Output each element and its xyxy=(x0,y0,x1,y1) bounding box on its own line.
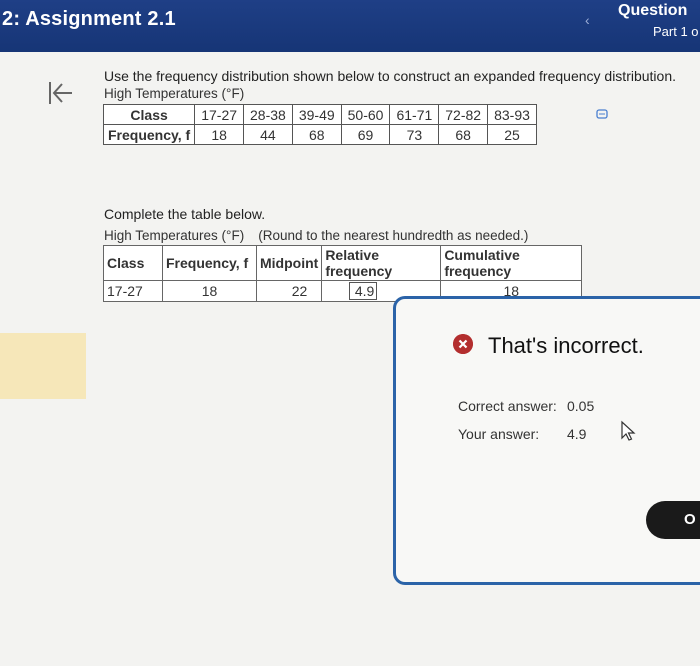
answer-table-caption: High Temperatures (°F) (Round to the near… xyxy=(104,228,528,243)
app-header: 2: Assignment 2.1 ‹ Question Part 1 o xyxy=(0,0,700,52)
class-cell: 17-27 xyxy=(194,104,245,125)
header-midpoint: Midpoint xyxy=(255,245,323,281)
frequency-cell: 68 xyxy=(438,124,489,145)
assignment-title: 2: Assignment 2.1 xyxy=(2,8,176,30)
frequency-cell: 44 xyxy=(243,124,293,145)
relative-frequency-input[interactable]: 4.9 xyxy=(349,282,378,300)
part-label: Part 1 o xyxy=(653,24,699,39)
chevron-left-icon[interactable]: ‹ xyxy=(585,12,590,28)
frequency-row: Frequency, f 18 44 68 69 73 68 25 xyxy=(102,124,537,145)
class-cell: 83-93 xyxy=(487,104,537,125)
mouse-cursor-icon xyxy=(621,420,636,441)
question-label: Question xyxy=(618,2,688,19)
class-cell: 50-60 xyxy=(340,104,391,125)
back-to-start-icon[interactable] xyxy=(46,80,74,106)
class-cell: 61-71 xyxy=(389,104,440,125)
feedback-title: That's incorrect. xyxy=(488,333,644,358)
frequency-distribution-table: Class 17-27 28-38 39-49 50-60 61-71 72-8… xyxy=(102,104,537,145)
frequency-cell: 73 xyxy=(389,124,440,145)
row-class: 17-27 xyxy=(103,280,163,302)
copy-icon[interactable] xyxy=(596,109,608,119)
class-cell: 72-82 xyxy=(438,104,489,125)
answer-table-caption-text: High Temperatures (°F) xyxy=(104,228,245,243)
frequency-cell: 25 xyxy=(487,124,537,145)
complete-prompt: Complete the table below. xyxy=(104,206,266,222)
expanded-frequency-table: Class Frequency, f Midpoint Relative fre… xyxy=(103,245,583,302)
highlight-bar xyxy=(0,333,86,399)
instruction-text: Use the frequency distribution shown bel… xyxy=(104,68,677,84)
row-frequency: 18 xyxy=(162,280,257,302)
header-class: Class xyxy=(103,245,163,281)
class-cell: 28-38 xyxy=(243,104,293,125)
class-row-label: Class xyxy=(102,104,196,125)
frequency-cell: 68 xyxy=(291,124,342,145)
correct-answer-value: 0.05 xyxy=(567,398,595,414)
error-x-icon xyxy=(453,334,473,354)
rounding-note: (Round to the nearest hundredth as neede… xyxy=(258,228,529,243)
correct-answer-label: Correct answer: xyxy=(458,398,557,414)
class-row: Class 17-27 28-38 39-49 50-60 61-71 72-8… xyxy=(102,104,537,125)
your-answer-value: 4.9 xyxy=(567,426,587,442)
header-frequency: Frequency, f xyxy=(162,245,257,281)
given-table-caption: High Temperatures (°F) xyxy=(104,86,245,101)
ok-button-label: O xyxy=(684,511,696,528)
frequency-row-label: Frequency, f xyxy=(102,124,196,145)
header-cumulative-frequency: Cumulative frequency xyxy=(440,245,583,281)
frequency-cell: 18 xyxy=(194,124,245,145)
header-relative-frequency: Relative frequency xyxy=(321,245,442,281)
frequency-cell: 69 xyxy=(340,124,391,145)
ok-button[interactable]: O xyxy=(646,501,700,539)
class-cell: 39-49 xyxy=(291,104,342,125)
row-midpoint: 22 xyxy=(255,280,323,302)
table-header-row: Class Frequency, f Midpoint Relative fre… xyxy=(103,245,583,281)
your-answer-label: Your answer: xyxy=(458,426,540,442)
